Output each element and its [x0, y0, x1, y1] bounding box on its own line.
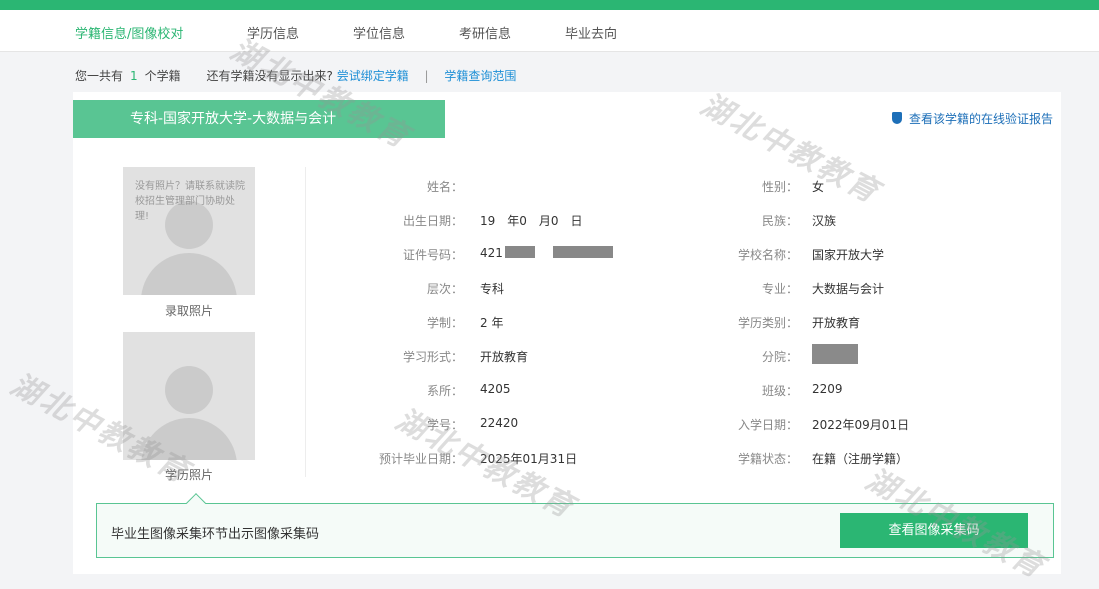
- avatar-placeholder-body: [141, 418, 237, 460]
- enrollment-date-label: 入学日期：: [737, 418, 798, 432]
- gender-value: 女: [812, 180, 825, 194]
- school-name-label: 学校名称：: [737, 248, 798, 262]
- card-title: 专科-国家开放大学-大数据与会计: [73, 100, 445, 138]
- class-label: 班级：: [761, 384, 798, 398]
- id-number-text: 421: [480, 246, 503, 260]
- query-scope-link[interactable]: 学籍查询范围: [444, 69, 516, 83]
- tab-student-status[interactable]: 学籍信息/图像校对: [75, 23, 183, 42]
- level-label: 层次：: [426, 282, 463, 296]
- branch-value: [812, 344, 858, 366]
- study-mode-value: 开放教育: [480, 350, 529, 364]
- ethnicity-label: 民族：: [761, 214, 798, 228]
- summary-suffix: 个学籍: [144, 69, 181, 83]
- status-count: 1: [130, 69, 138, 83]
- education-type-value: 开放教育: [812, 316, 861, 330]
- avatar-placeholder-body: [141, 253, 237, 295]
- birthdate-value: 19 年0 月0 日: [480, 214, 583, 228]
- top-accent-bar: [0, 0, 1099, 10]
- tab-degree[interactable]: 学位信息: [353, 23, 405, 42]
- redaction-mask: [812, 344, 858, 364]
- view-capture-code-button[interactable]: 查看图像采集码: [840, 513, 1028, 548]
- branch-label: 分院：: [761, 350, 798, 364]
- duration-label: 学制：: [426, 316, 463, 330]
- name-label: 姓名：: [426, 180, 463, 194]
- admission-photo: 没有照片？请联系就读院校招生管理部门协助处理!: [123, 167, 255, 295]
- name-value: [480, 178, 492, 195]
- education-photo: [123, 332, 255, 460]
- education-type-label: 学历类别：: [737, 316, 798, 330]
- tab-postgraduate[interactable]: 考研信息: [459, 23, 511, 42]
- birthdate-label: 出生日期：: [402, 214, 463, 228]
- department-value: 4205: [480, 382, 511, 396]
- tab-education[interactable]: 学历信息: [247, 23, 299, 42]
- school-name-value: 国家开放大学: [812, 248, 885, 262]
- student-id-label: 学号：: [426, 418, 463, 432]
- summary-question: 还有学籍没有显示出来?: [206, 69, 333, 83]
- gender-label: 性别：: [761, 180, 798, 194]
- enrollment-status-label: 学籍状态：: [737, 452, 798, 466]
- bind-status-link[interactable]: 尝试绑定学籍: [337, 69, 409, 83]
- redaction-mask: [504, 246, 535, 258]
- education-photo-caption: 学历照片: [164, 468, 213, 482]
- major-label: 专业：: [761, 282, 798, 296]
- level-value: 专科: [480, 282, 505, 296]
- class-value: 2209: [812, 382, 843, 396]
- status-summary: 您一共有 1 个学籍 还有学籍没有显示出来? 尝试绑定学籍 | 学籍查询范围: [75, 67, 516, 84]
- tab-bar: 学籍信息/图像校对 学历信息 学位信息 考研信息 毕业去向: [0, 10, 1099, 52]
- id-number-label: 证件号码：: [402, 248, 463, 262]
- department-label: 系所：: [426, 384, 463, 398]
- summary-separator: |: [424, 69, 429, 83]
- avatar-placeholder-head: [165, 366, 213, 414]
- banner-text: 毕业生图像采集环节出示图像采集码: [111, 527, 320, 542]
- summary-prefix: 您一共有: [75, 69, 124, 83]
- verify-report-label: 查看该学籍的在线验证报告: [908, 112, 1053, 126]
- image-capture-banner: 毕业生图像采集环节出示图像采集码 查看图像采集码: [96, 493, 1054, 558]
- id-number-value: 421: [480, 246, 613, 260]
- study-mode-label: 学习形式：: [402, 350, 463, 364]
- shield-icon: [891, 112, 902, 124]
- enrollment-date-value: 2022年09月01日: [812, 418, 910, 432]
- ethnicity-value: 汉族: [812, 214, 837, 228]
- tab-graduation-destination[interactable]: 毕业去向: [565, 23, 617, 42]
- redaction-mask: [552, 246, 613, 258]
- duration-value: 2 年: [480, 316, 504, 330]
- enrollment-status-value: 在籍（注册学籍）: [812, 452, 909, 466]
- student-id-value: 22420: [480, 416, 519, 430]
- expected-graduation-label: 预计毕业日期：: [378, 452, 463, 466]
- major-value: 大数据与会计: [812, 282, 885, 296]
- photo-missing-note: 没有照片？请联系就读院校招生管理部门协助处理!: [135, 181, 245, 222]
- expected-graduation-value: 2025年01月31日: [480, 452, 578, 466]
- card-divider: [305, 167, 306, 477]
- status-card: 专科-国家开放大学-大数据与会计 查看该学籍的在线验证报告 没有照片？请联系就读…: [73, 92, 1061, 574]
- verify-report-link[interactable]: 查看该学籍的在线验证报告: [891, 110, 1053, 127]
- admission-photo-caption: 录取照片: [164, 304, 213, 318]
